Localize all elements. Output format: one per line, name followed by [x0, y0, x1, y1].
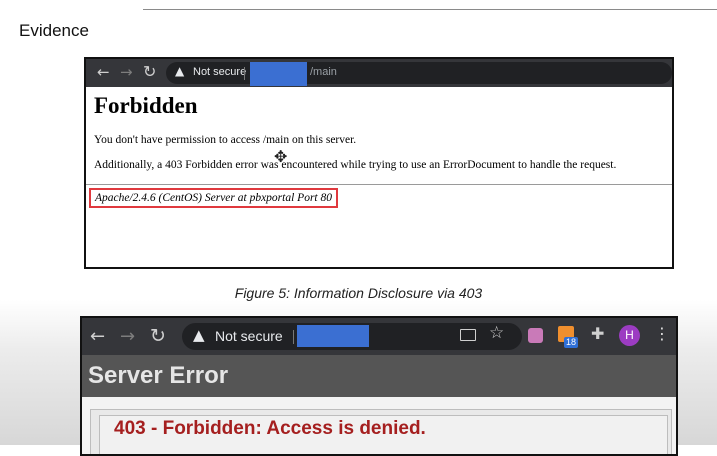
extension-icon[interactable] — [528, 328, 543, 343]
address-separator — [293, 330, 294, 344]
address-separator — [244, 67, 245, 80]
browser-toolbar: ← → ↻ ▲ Not secure ☆ 18 ✚ H ⋮ — [82, 318, 676, 355]
bookmark-star-icon[interactable]: ☆ — [489, 323, 504, 343]
errordocument-message: Additionally, a 403 Forbidden error was … — [94, 159, 617, 171]
forward-arrow-icon[interactable]: → — [120, 326, 135, 347]
address-bar[interactable]: ▲ Not secure /main — [166, 62, 672, 86]
figure-caption: Figure 5: Information Disclosure via 403 — [234, 285, 483, 301]
reload-icon[interactable]: ↻ — [143, 62, 156, 81]
page-title: Forbidden — [94, 93, 198, 118]
server-address: Apache/2.4.6 (CentOS) Server at pbxporta… — [89, 188, 338, 208]
security-label: Not secure — [215, 328, 283, 344]
redacted-host — [297, 325, 369, 347]
header-title: Server Error — [88, 362, 229, 389]
error-title: 403 - Forbidden: Access is denied. — [114, 418, 426, 439]
back-arrow-icon[interactable]: ← — [97, 63, 110, 81]
screenshot-forbidden-apache: ← → ↻ ▲ Not secure /main Forbidden You d… — [84, 57, 674, 269]
browser-toolbar: ← → ↻ ▲ Not secure /main — [86, 59, 672, 87]
reload-icon[interactable]: ↻ — [150, 325, 166, 347]
url-path: /main — [310, 66, 337, 78]
warning-icon[interactable]: ▲ — [175, 64, 184, 78]
screenshot-iis-server-error: ← → ↻ ▲ Not secure ☆ 18 ✚ H ⋮ Server Err… — [80, 316, 678, 456]
security-label: Not secure — [193, 66, 247, 78]
back-arrow-icon[interactable]: ← — [90, 326, 105, 347]
extension-badge: 18 — [564, 337, 579, 348]
redacted-host — [250, 62, 307, 86]
server-error-header: Server Error — [82, 355, 676, 397]
warning-icon[interactable]: ▲ — [193, 326, 205, 344]
divider — [86, 184, 672, 185]
cast-icon[interactable] — [460, 329, 476, 341]
extensions-puzzle-icon[interactable]: ✚ — [591, 324, 604, 343]
more-menu-icon[interactable]: ⋮ — [654, 324, 670, 343]
forward-arrow-icon[interactable]: → — [120, 63, 133, 81]
permission-message: You don't have permission to access /mai… — [94, 134, 357, 146]
profile-avatar[interactable]: H — [619, 325, 640, 346]
move-cursor-icon: ✥ — [274, 147, 288, 166]
evidence-heading: Evidence — [19, 21, 89, 40]
top-rule — [143, 9, 717, 10]
